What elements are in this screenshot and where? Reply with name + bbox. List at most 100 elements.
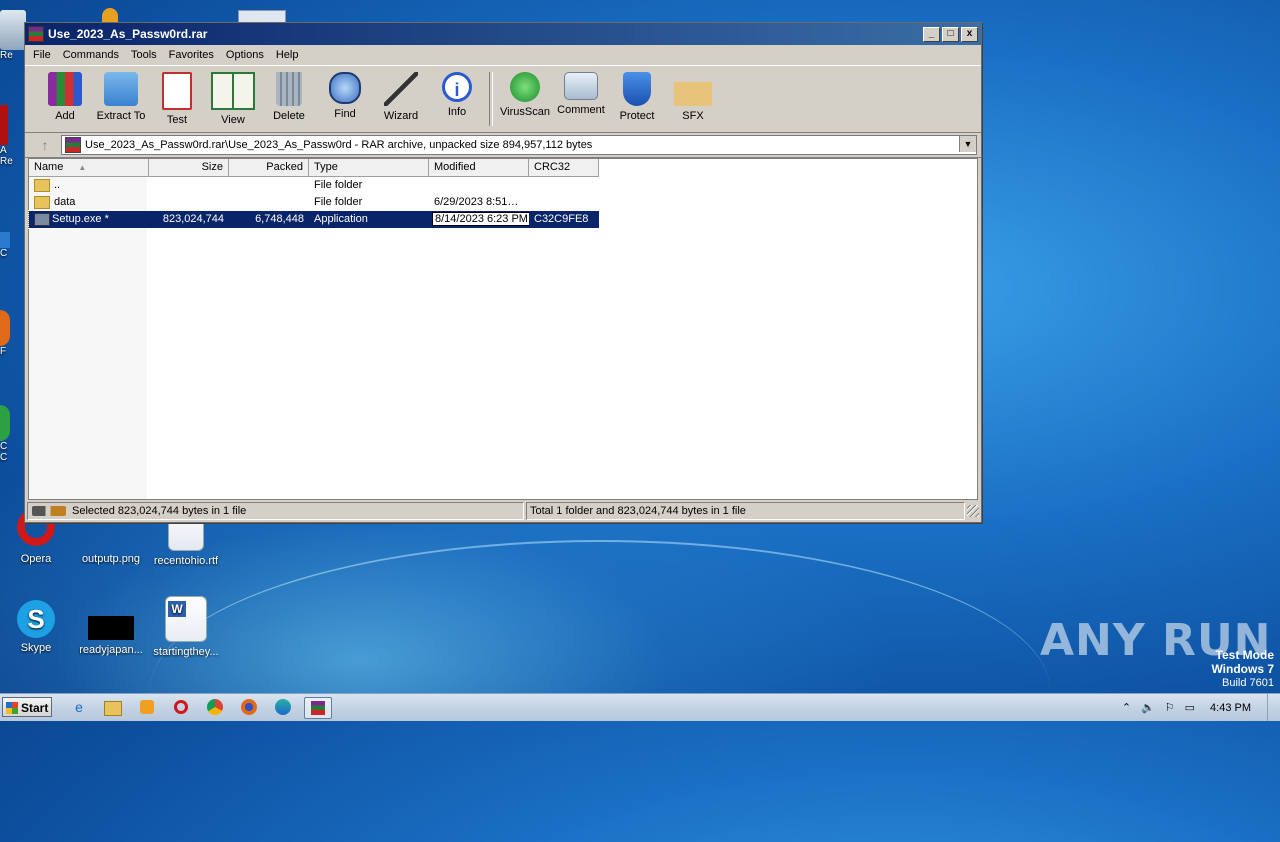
- up-arrow-icon[interactable]: ↑: [29, 135, 61, 155]
- sfx-button[interactable]: SFX: [665, 66, 721, 132]
- status-left: Selected 823,024,744 bytes in 1 file: [27, 502, 524, 520]
- tray-expand-icon[interactable]: ⌃: [1117, 701, 1136, 714]
- table-row[interactable]: data File folder 6/29/2023 8:51…: [29, 194, 599, 211]
- winrar-window[interactable]: Use_2023_As_Passw0rd.rar _ □ x File Comm…: [24, 22, 982, 523]
- extract-to-icon: [104, 72, 138, 106]
- desktop-icon-readyjapan[interactable]: readyjapan...: [71, 600, 151, 656]
- toolbar-label: Add: [55, 110, 75, 122]
- word-file-icon: W: [165, 596, 207, 642]
- add-button[interactable]: Add: [37, 66, 93, 132]
- left-stub-label: C: [0, 441, 8, 452]
- row-packed: [229, 177, 309, 194]
- table-row-selected[interactable]: Setup.exe * 823,024,744 6,748,448 Applic…: [28, 210, 600, 229]
- comment-button[interactable]: Comment: [553, 66, 609, 132]
- left-stub-label: F: [0, 346, 7, 357]
- column-header-name[interactable]: Name ▲: [29, 159, 149, 176]
- info-button[interactable]: i Info: [429, 66, 485, 132]
- file-list[interactable]: Name ▲ Size Packed Type Modified CRC32 .…: [28, 158, 978, 500]
- winrar-taskbar-icon[interactable]: [304, 697, 332, 719]
- table-row[interactable]: .. File folder: [29, 177, 599, 194]
- desktop-icon-label: readyjapan...: [79, 644, 143, 656]
- list-header: Name ▲ Size Packed Type Modified CRC32: [29, 159, 599, 177]
- network-icon[interactable]: ▭: [1180, 701, 1200, 714]
- sfx-icon: [674, 72, 712, 106]
- row-modified-edit[interactable]: 8/14/2023 6:23 PM: [432, 212, 529, 226]
- extract-to-button[interactable]: Extract To: [93, 66, 149, 132]
- row-crc: [529, 177, 599, 194]
- edge-taskbar-icon[interactable]: [272, 697, 294, 717]
- clock[interactable]: 4:43 PM: [1200, 702, 1261, 714]
- wizard-icon: [384, 72, 418, 106]
- start-button[interactable]: Start: [2, 697, 52, 717]
- firefox-taskbar-icon[interactable]: [238, 697, 260, 717]
- left-stub-label: A: [0, 145, 7, 156]
- test-button[interactable]: Test: [149, 66, 205, 132]
- desktop-icon-firefox[interactable]: F: [0, 310, 26, 357]
- volume-icon[interactable]: 🔈: [1136, 701, 1160, 714]
- desktop-arc: [150, 540, 1050, 842]
- maximize-button[interactable]: □: [942, 26, 959, 42]
- address-bar[interactable]: Use_2023_As_Passw0rd.rar\Use_2023_As_Pas…: [61, 135, 977, 155]
- column-header-label: Name: [34, 161, 64, 173]
- desktop-icon-recycle-bin[interactable]: Re: [0, 10, 26, 61]
- desktop-icon-startingthey[interactable]: W startingthey...: [146, 596, 226, 658]
- opera-taskbar-icon[interactable]: [170, 697, 192, 717]
- desktop-icon-acrobat[interactable]: A Re: [0, 105, 26, 167]
- desktop-icon-label: outputp.png: [81, 553, 141, 565]
- title-bar[interactable]: Use_2023_As_Passw0rd.rar _ □ x: [25, 23, 981, 45]
- address-row: ↑ Use_2023_As_Passw0rd.rar\Use_2023_As_P…: [25, 133, 981, 158]
- comment-icon: [564, 72, 598, 100]
- show-desktop-button[interactable]: [1267, 694, 1280, 721]
- minimize-button[interactable]: _: [923, 26, 940, 42]
- menu-tools[interactable]: Tools: [125, 49, 163, 61]
- desktop-icon-chrome[interactable]: C C: [0, 405, 26, 463]
- status-right: Total 1 folder and 823,024,744 bytes in …: [526, 502, 965, 520]
- toolbar-label: SFX: [682, 110, 704, 122]
- column-header-packed[interactable]: Packed: [229, 159, 309, 176]
- taskbar: Start e ⌃ 🔈 ⚐ ▭ 4:43 PM: [0, 693, 1280, 721]
- column-header-modified[interactable]: Modified: [429, 159, 529, 176]
- menu-commands[interactable]: Commands: [57, 49, 125, 61]
- delete-button[interactable]: Delete: [261, 66, 317, 132]
- test-icon: [162, 72, 192, 110]
- explorer-icon[interactable]: [102, 697, 124, 717]
- internet-explorer-icon[interactable]: e: [68, 697, 90, 717]
- column-header-size[interactable]: Size: [149, 159, 229, 176]
- protect-button[interactable]: Protect: [609, 66, 665, 132]
- close-button[interactable]: x: [961, 26, 978, 42]
- view-icon: [211, 72, 255, 110]
- desktop-icon-ccleaner[interactable]: C: [0, 232, 26, 259]
- find-button[interactable]: Find: [317, 66, 373, 132]
- resize-grip-icon[interactable]: [967, 505, 979, 517]
- menu-file[interactable]: File: [27, 49, 57, 61]
- virusscan-button[interactable]: VirusScan: [497, 66, 553, 132]
- acrobat-icon: [0, 105, 8, 145]
- menu-options[interactable]: Options: [220, 49, 270, 61]
- chrome-taskbar-icon[interactable]: [204, 697, 226, 717]
- desktop-icon-partial: [102, 8, 118, 22]
- toolbar-label: Comment: [557, 104, 605, 116]
- desktop-icon-label: startingthey...: [153, 646, 219, 658]
- wizard-button[interactable]: Wizard: [373, 66, 429, 132]
- toolbar-label: View: [221, 114, 245, 126]
- virusscan-icon: [510, 72, 540, 102]
- column-header-type[interactable]: Type: [309, 159, 429, 176]
- start-label: Start: [21, 701, 49, 715]
- menu-favorites[interactable]: Favorites: [163, 49, 220, 61]
- column-header-crc32[interactable]: CRC32: [529, 159, 599, 176]
- address-dropdown-icon[interactable]: ▼: [959, 136, 976, 152]
- row-crc: C32C9FE8: [534, 213, 589, 225]
- flag-icon[interactable]: ⚐: [1160, 701, 1180, 714]
- toolbar-label: VirusScan: [500, 106, 550, 118]
- firefox-icon: [0, 310, 10, 346]
- media-player-icon[interactable]: [136, 697, 158, 717]
- view-button[interactable]: View: [205, 66, 261, 132]
- toolbar: Add Extract To Test View Delete Find Wiz…: [25, 65, 981, 133]
- image-file-icon: [88, 616, 134, 640]
- menu-help[interactable]: Help: [270, 49, 305, 61]
- row-name: data: [54, 196, 76, 208]
- windows-logo-icon: [6, 702, 18, 714]
- keys-icon: [32, 506, 66, 516]
- desktop-icon-skype[interactable]: S Skype: [0, 600, 76, 654]
- row-modified: [429, 177, 529, 194]
